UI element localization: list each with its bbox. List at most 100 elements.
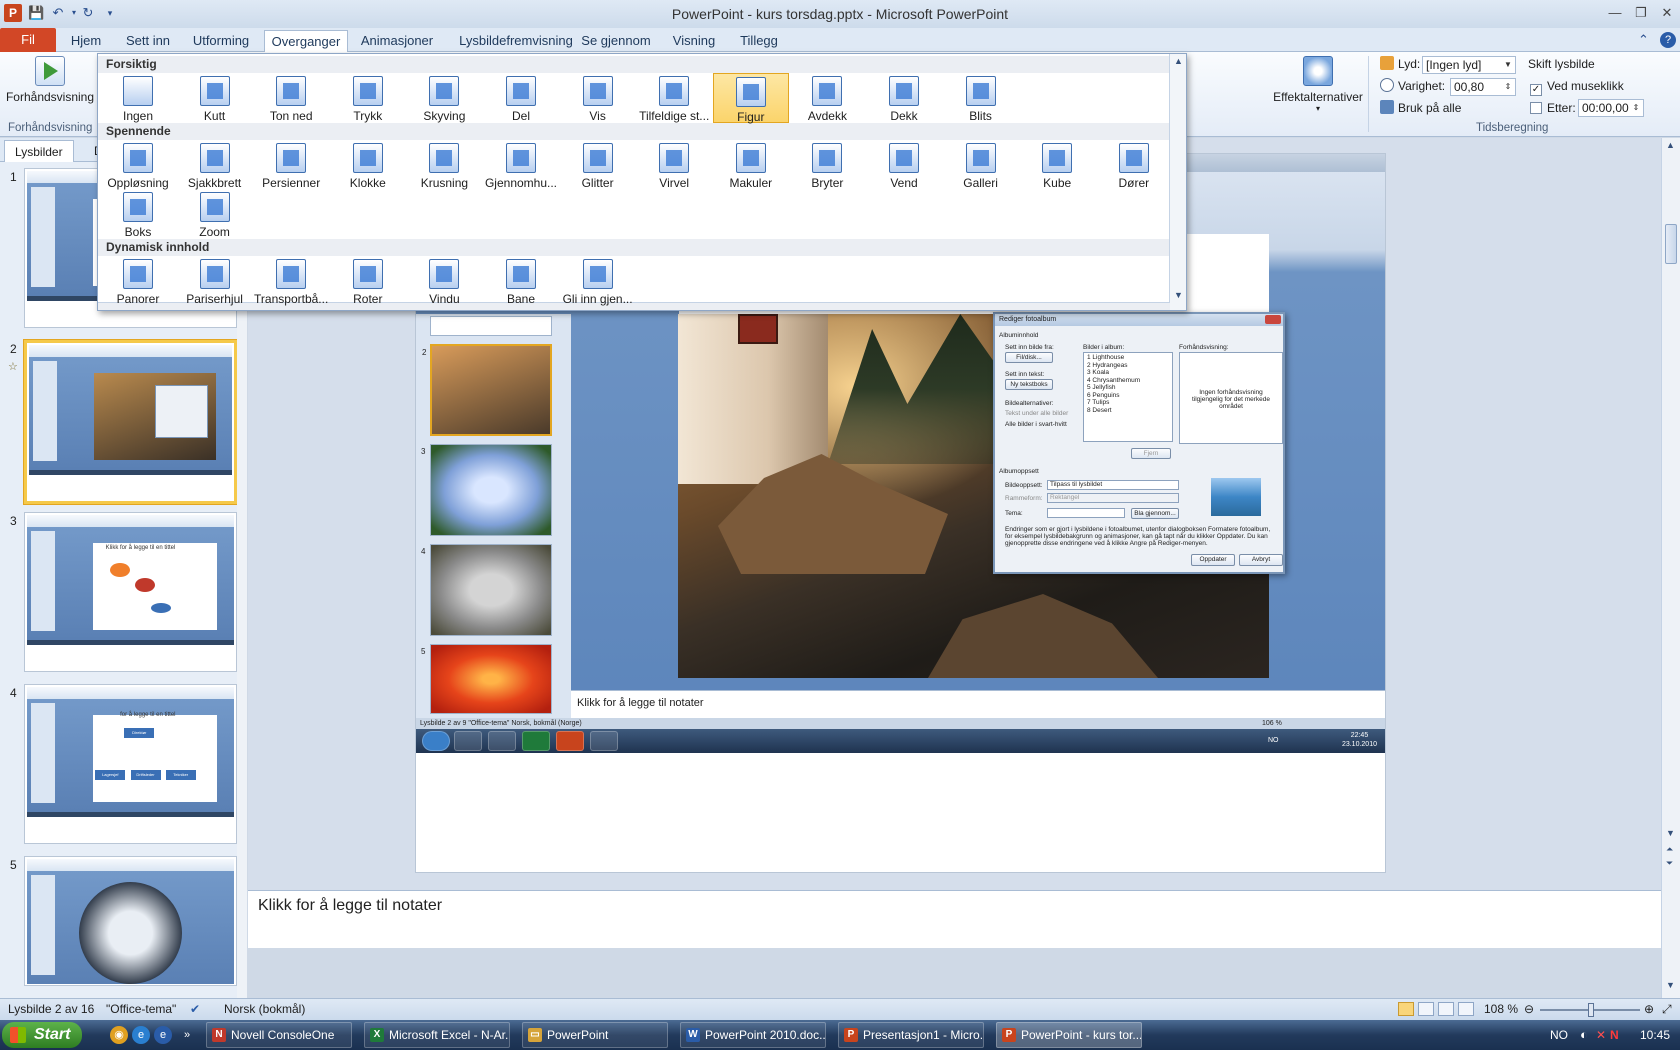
transition-makuler[interactable]: Makuler bbox=[713, 140, 789, 190]
transition-vis[interactable]: Vis bbox=[560, 73, 636, 123]
preview-button[interactable]: Forhåndsvisning bbox=[4, 54, 96, 122]
transition-oppløsning[interactable]: Oppløsning bbox=[100, 140, 176, 190]
theme-name[interactable]: "Office-tema" bbox=[106, 999, 176, 1019]
transition-transportbå[interactable]: Transportbå... bbox=[253, 256, 329, 306]
tab-design[interactable]: Utforming bbox=[186, 30, 256, 52]
transition-trykk[interactable]: Trykk bbox=[330, 73, 406, 123]
transition-gjennomhu[interactable]: Gjennomhu... bbox=[483, 140, 559, 190]
tray-language[interactable]: NO bbox=[1550, 1020, 1568, 1050]
transition-skyving[interactable]: Skyving bbox=[406, 73, 482, 123]
transition-gli-inn-gjen[interactable]: Gli inn gjen... bbox=[560, 256, 636, 306]
taskbar-button-folder[interactable]: ▭ PowerPoint bbox=[522, 1022, 668, 1048]
internet-explorer-icon[interactable]: e bbox=[132, 1026, 150, 1044]
scroll-down-icon[interactable]: ▼ bbox=[1666, 980, 1675, 990]
next-slide-icon[interactable]: ⏷ bbox=[1666, 858, 1673, 869]
tab-transitions[interactable]: Overganger bbox=[264, 30, 348, 53]
transition-zoom[interactable]: Zoom bbox=[177, 189, 253, 239]
transition-klokke[interactable]: Klokke bbox=[330, 140, 406, 190]
scroll-down-icon[interactable]: ▼ bbox=[1174, 290, 1183, 300]
scroll-up-icon[interactable]: ▲ bbox=[1666, 140, 1675, 150]
transition-galleri[interactable]: Galleri bbox=[943, 140, 1019, 190]
tray-clock[interactable]: 10:45 bbox=[1640, 1020, 1670, 1050]
tab-slides[interactable]: Lysbilder bbox=[4, 140, 74, 162]
transition-persienner[interactable]: Persienner bbox=[253, 140, 329, 190]
tab-insert[interactable]: Sett inn bbox=[118, 30, 178, 52]
slide-thumbnail-5[interactable] bbox=[24, 856, 237, 986]
transition-figur[interactable]: Figur bbox=[712, 73, 789, 124]
transition-del[interactable]: Del bbox=[483, 73, 559, 123]
transition-pariserhjul[interactable]: Pariserhjul bbox=[177, 256, 253, 306]
help-icon[interactable]: ? bbox=[1660, 32, 1676, 48]
zoom-in-icon[interactable]: ⊕ bbox=[1644, 999, 1654, 1019]
tab-addins[interactable]: Tillegg bbox=[732, 30, 786, 52]
transition-tilfeldige-st[interactable]: Tilfeldige st... bbox=[636, 73, 712, 123]
taskbar-button-presentation1[interactable]: P Presentasjon1 - Micro... bbox=[838, 1022, 984, 1048]
transition-virvel[interactable]: Virvel bbox=[636, 140, 712, 190]
transition-dekk[interactable]: Dekk bbox=[866, 73, 942, 123]
scroll-up-icon[interactable]: ▲ bbox=[1174, 56, 1183, 66]
apply-all-button[interactable]: Bruk på alle bbox=[1380, 98, 1461, 118]
on-click-checkbox[interactable]: ✓ Ved museklikk bbox=[1530, 76, 1624, 96]
spinner-icon[interactable]: ⇕ bbox=[1630, 101, 1642, 115]
slide-thumbnail-4[interactable]: for å legge til en tittel Direktør Lager… bbox=[24, 684, 237, 844]
transition-sjakkbrett[interactable]: Sjakkbrett bbox=[177, 140, 253, 190]
spinner-icon[interactable]: ⇕ bbox=[1502, 80, 1514, 94]
transition-bane[interactable]: Bane bbox=[483, 256, 559, 306]
chrome-icon[interactable]: ◉ bbox=[110, 1026, 128, 1044]
language[interactable]: Norsk (bokmål) bbox=[224, 999, 305, 1019]
tab-home[interactable]: Hjem bbox=[62, 30, 110, 52]
close-icon[interactable]: ✕ bbox=[1656, 4, 1678, 22]
transition-blits[interactable]: Blits bbox=[943, 73, 1019, 123]
zoom-slider-knob[interactable] bbox=[1588, 1003, 1595, 1017]
transition-vindu[interactable]: Vindu bbox=[406, 256, 482, 306]
transition-kutt[interactable]: Kutt bbox=[177, 73, 253, 123]
scroll-down-icon[interactable]: ▼ bbox=[1666, 828, 1675, 838]
tab-view[interactable]: Visning bbox=[664, 30, 724, 52]
ie-icon[interactable]: e bbox=[154, 1026, 172, 1044]
tray-virus-icon[interactable]: ✕ bbox=[1596, 1020, 1606, 1050]
transition-krusning[interactable]: Krusning bbox=[406, 140, 482, 190]
transition-roter[interactable]: Roter bbox=[330, 256, 406, 306]
zoom-out-icon[interactable]: ⊖ bbox=[1524, 999, 1534, 1019]
transition-kube[interactable]: Kube bbox=[1019, 140, 1095, 190]
slide-thumbnail-3[interactable]: Klikk for å legge til en tittel bbox=[24, 512, 237, 672]
taskbar-button-excel[interactable]: X Microsoft Excel - N-Ar... bbox=[364, 1022, 510, 1048]
effect-options-button[interactable]: Effektalternativer ▾ bbox=[1272, 54, 1364, 124]
transition-bryter[interactable]: Bryter bbox=[789, 140, 865, 190]
after-checkbox[interactable]: Etter: bbox=[1530, 98, 1576, 118]
main-scrollbar[interactable]: ▲ ▼ ⏶ ⏷ ▼ bbox=[1661, 138, 1680, 998]
transition-panorer[interactable]: Panorer bbox=[100, 256, 176, 306]
notes-pane[interactable]: Klikk for å legge til notater bbox=[248, 890, 1661, 948]
tab-slideshow[interactable]: Lysbildefremvisning bbox=[446, 30, 586, 52]
more-quicklaunch-icon[interactable]: » bbox=[178, 1026, 196, 1044]
taskbar-button-word[interactable]: W PowerPoint 2010.doc... bbox=[680, 1022, 826, 1048]
taskbar-button-novell[interactable]: N Novell ConsoleOne bbox=[206, 1022, 352, 1048]
duration-input[interactable]: 00,80 ⇕ bbox=[1450, 78, 1516, 96]
sound-select[interactable]: [Ingen lyd] ▼ bbox=[1422, 56, 1516, 74]
transition-ingen[interactable]: Ingen bbox=[100, 73, 176, 123]
start-button[interactable]: Start bbox=[2, 1022, 82, 1048]
tab-review[interactable]: Se gjennom bbox=[578, 30, 654, 52]
transition-glitter[interactable]: Glitter bbox=[560, 140, 636, 190]
transition-dører[interactable]: Dører bbox=[1096, 140, 1172, 190]
taskbar-button-kurs[interactable]: P PowerPoint - kurs tor... bbox=[996, 1022, 1142, 1048]
fit-to-window-icon[interactable]: ⤢ bbox=[1662, 999, 1672, 1019]
restore-icon[interactable]: ❐ bbox=[1630, 4, 1652, 22]
after-input[interactable]: 00:00,00 ⇕ bbox=[1578, 99, 1644, 117]
minimize-ribbon-icon[interactable]: ⌃ bbox=[1638, 32, 1649, 48]
transition-boks[interactable]: Boks bbox=[100, 189, 176, 239]
zoom-level[interactable]: 108 % bbox=[1484, 999, 1518, 1019]
spellcheck-icon[interactable]: ✔ bbox=[190, 999, 200, 1019]
slide-thumbnail-2[interactable] bbox=[24, 340, 237, 504]
transition-vend[interactable]: Vend bbox=[866, 140, 942, 190]
minimize-icon[interactable]: — bbox=[1604, 4, 1626, 22]
slide-sorter-icon[interactable] bbox=[1418, 1002, 1434, 1016]
transition-avdekk[interactable]: Avdekk bbox=[789, 73, 865, 123]
tray-novell-icon[interactable]: N bbox=[1610, 1020, 1619, 1050]
slideshow-icon[interactable] bbox=[1458, 1002, 1474, 1016]
normal-view-icon[interactable] bbox=[1398, 1002, 1414, 1016]
transition-ton-ned[interactable]: Ton ned bbox=[253, 73, 329, 123]
reading-view-icon[interactable] bbox=[1438, 1002, 1454, 1016]
tab-animations[interactable]: Animasjoner bbox=[356, 30, 438, 52]
tab-file[interactable]: Fil bbox=[0, 28, 56, 52]
